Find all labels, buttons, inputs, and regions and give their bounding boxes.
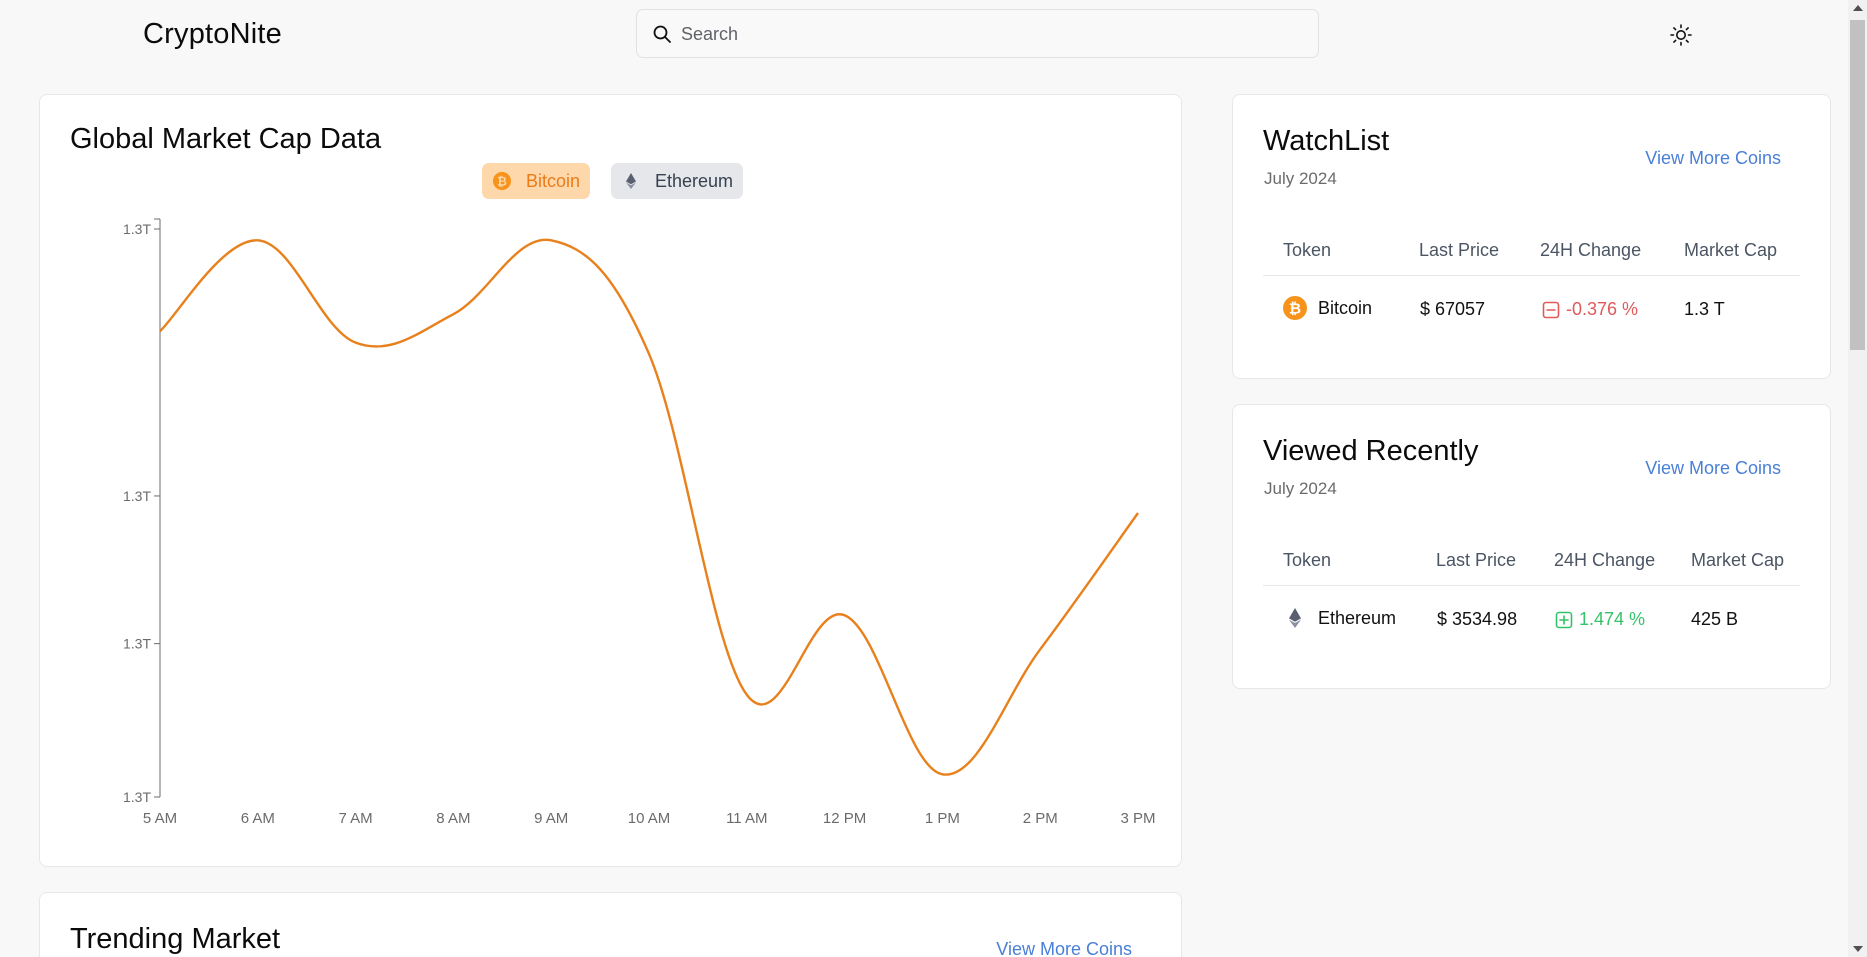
x-tick-label: 8 AM <box>436 810 470 827</box>
scroll-up-arrow-icon[interactable] <box>1853 5 1863 11</box>
search-input[interactable] <box>681 20 1281 48</box>
trending-title: Trending Market <box>70 923 281 955</box>
change-cell: -0.376 % <box>1542 299 1638 320</box>
x-tick-label: 6 AM <box>241 810 275 827</box>
market-cap-line-chart: 1.3T 1.3T 1.3T 1.3T 5 AM 6 AM 7 AM 8 AM 9 AM 10 A… <box>123 218 1156 827</box>
market-cap: 425 B <box>1691 609 1739 629</box>
y-tick-label: 1.3T <box>123 789 151 805</box>
last-price: $ 3534.98 <box>1437 609 1518 629</box>
trending-view-more-link[interactable]: View More Coins <box>996 939 1132 957</box>
change-value: 1.474 % <box>1579 609 1646 629</box>
scroll-down-arrow-icon[interactable] <box>1853 946 1863 952</box>
scroll-thumb[interactable] <box>1850 20 1865 350</box>
x-tick-label: 1 PM <box>925 810 960 827</box>
x-tick-label: 11 AM <box>726 810 767 827</box>
change-value: -0.376 % <box>1566 299 1639 319</box>
market-cap-chart-card: Global Market Cap Data ₿ Bitcoin Ethereu… <box>39 94 1182 867</box>
col-24h-change: 24H Change <box>1540 240 1642 260</box>
col-last-price: Last Price <box>1419 240 1500 260</box>
col-market-cap: Market Cap <box>1691 550 1785 570</box>
plus-square-icon <box>1555 611 1573 628</box>
market-cap: 1.3 T <box>1684 299 1725 319</box>
svg-text:₿: ₿ <box>1289 300 1301 318</box>
last-price: $ 67057 <box>1420 299 1486 319</box>
x-tick-label: 3 PM <box>1120 810 1155 827</box>
search-icon <box>653 25 671 43</box>
brand-logo[interactable]: CryptoNite <box>143 18 282 51</box>
watchlist-view-more-link[interactable]: View More Coins <box>1645 148 1781 169</box>
y-tick-label: 1.3T <box>123 488 151 504</box>
table-row[interactable]: Ethereum $ 3534.98 1.474 % 425 B <box>1263 600 1800 640</box>
watchlist-title: WatchList <box>1263 125 1390 157</box>
recent-view-more-link[interactable]: View More Coins <box>1645 458 1781 479</box>
x-tick-label: 5 AM <box>143 810 177 827</box>
top-bar: CryptoNite <box>0 0 1848 70</box>
token-cell: Ethereum <box>1282 605 1396 631</box>
token-name: Bitcoin <box>1318 297 1373 318</box>
token-cell: ₿ Bitcoin <box>1282 295 1372 321</box>
x-tick-label: 2 PM <box>1023 810 1058 827</box>
bitcoin-icon: ₿ <box>1283 296 1307 320</box>
col-token: Token <box>1283 550 1332 570</box>
col-last-price: Last Price <box>1436 550 1517 570</box>
table-row[interactable]: ₿ Bitcoin $ 67057 -0.376 % 1.3 T <box>1263 290 1800 330</box>
minus-square-icon <box>1542 301 1560 318</box>
page-scrollbar[interactable] <box>1848 0 1867 957</box>
trending-market-card: Trending Market View More Coins <box>39 892 1182 957</box>
col-24h-change: 24H Change <box>1554 550 1656 570</box>
x-tick-label: 12 PM <box>823 810 866 827</box>
y-tick-label: 1.3T <box>123 636 151 652</box>
recent-subtitle: July 2024 <box>1264 479 1337 498</box>
x-tick-label: 10 AM <box>628 810 671 827</box>
search-box[interactable] <box>636 9 1319 58</box>
x-tick-label: 9 AM <box>534 810 568 827</box>
watchlist-table-header: Token Last Price 24H Change Market Cap <box>1263 240 1800 276</box>
col-token: Token <box>1283 240 1332 260</box>
viewed-recently-card: Viewed Recently July 2024 View More Coin… <box>1232 404 1831 689</box>
recent-table-header: Token Last Price 24H Change Market Cap <box>1263 550 1800 586</box>
sun-icon[interactable] <box>1669 23 1693 47</box>
y-tick-label: 1.3T <box>123 221 151 237</box>
ethereum-icon <box>1289 608 1301 628</box>
watchlist-subtitle: July 2024 <box>1264 169 1337 188</box>
change-cell: 1.474 % <box>1555 609 1645 630</box>
watchlist-card: WatchList July 2024 View More Coins Toke… <box>1232 94 1831 379</box>
x-tick-label: 7 AM <box>339 810 373 827</box>
token-name: Ethereum <box>1318 607 1397 628</box>
recent-title: Viewed Recently <box>1263 435 1479 467</box>
col-market-cap: Market Cap <box>1684 240 1778 260</box>
series-line-bitcoin <box>159 238 1139 776</box>
